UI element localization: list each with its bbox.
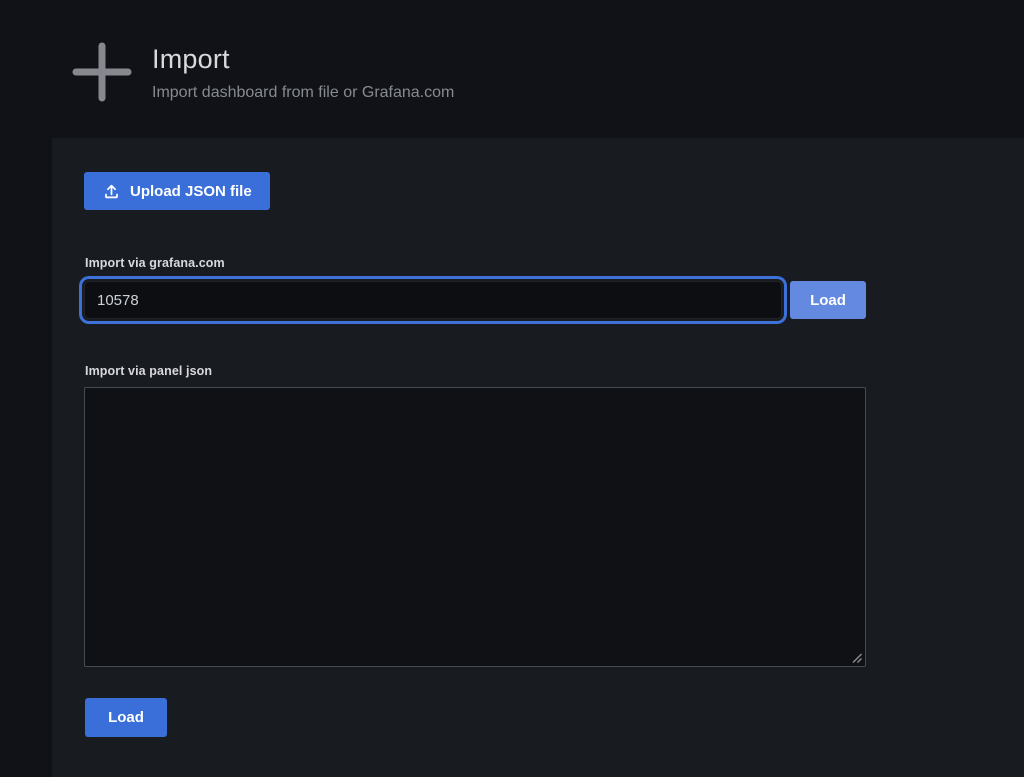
upload-icon [102,182,121,201]
upload-json-file-button[interactable]: Upload JSON file [84,172,270,210]
panel-json-textarea[interactable] [84,387,866,667]
panel-json-field-label: Import via panel json [85,364,212,378]
gcom-load-button[interactable]: Load [790,281,866,319]
page-title: Import [152,44,230,75]
panel-json-load-button[interactable]: Load [85,698,167,737]
plus-icon [72,42,132,102]
gcom-dashboard-id-input[interactable] [84,281,782,319]
page-header: Import Import dashboard from file or Gra… [0,0,1024,138]
page-subtitle: Import dashboard from file or Grafana.co… [152,84,454,102]
gcom-field-label: Import via grafana.com [85,256,225,270]
upload-button-label: Upload JSON file [130,183,252,200]
import-panel: Upload JSON file Import via grafana.com … [52,138,1024,777]
